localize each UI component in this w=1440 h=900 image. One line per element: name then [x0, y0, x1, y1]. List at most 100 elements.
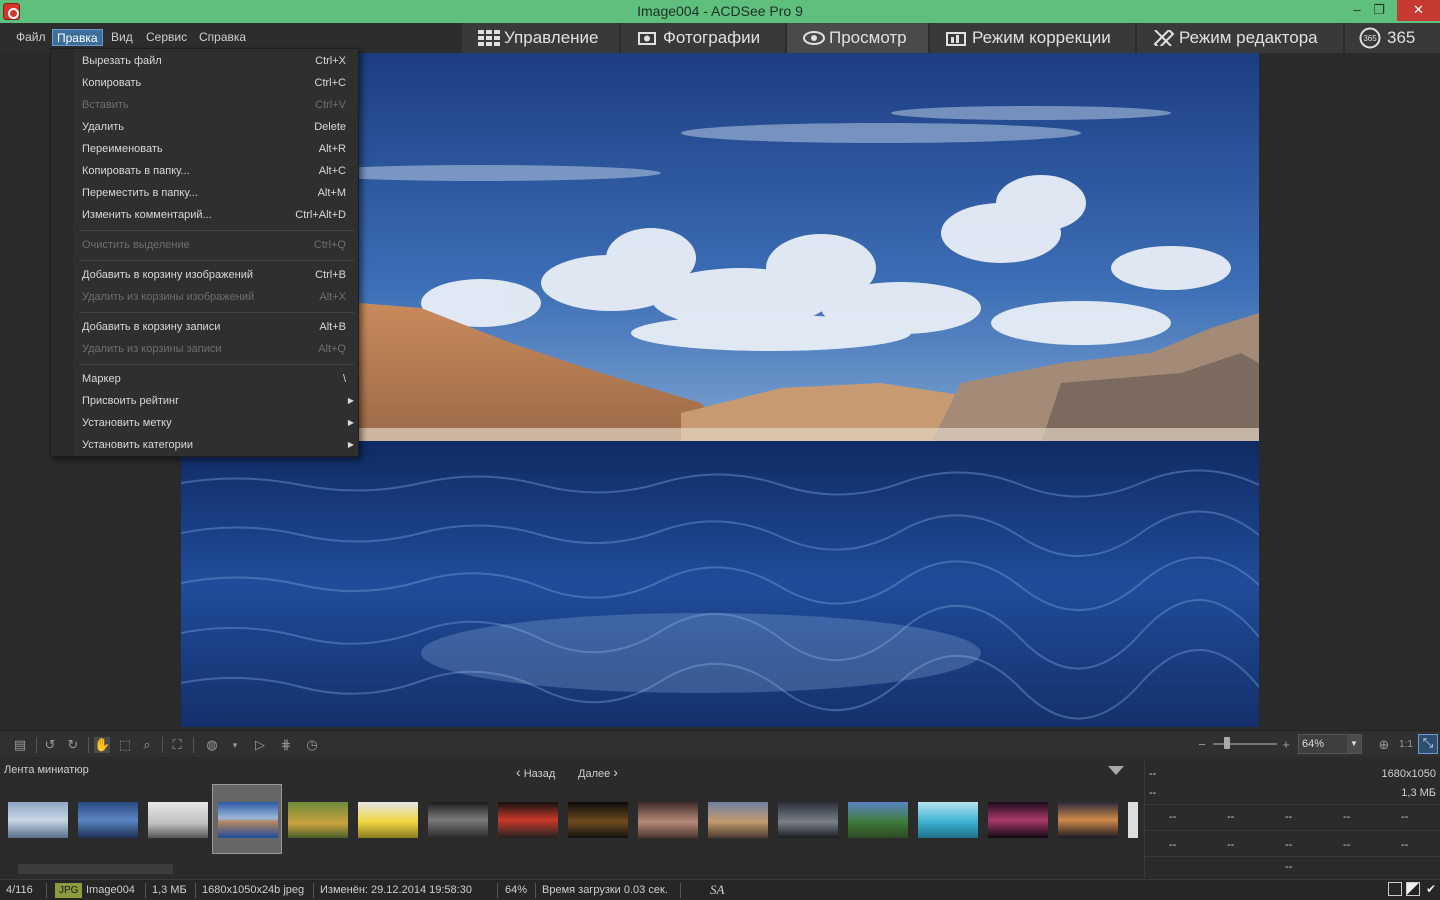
status-separator — [46, 883, 47, 898]
photos-icon — [638, 32, 656, 45]
status-bar: 4/116 JPG Image004 1,3 МБ 1680x1050x24b … — [0, 879, 1440, 900]
scrollbar-thumb[interactable] — [18, 864, 173, 874]
menu-view[interactable]: Вид — [107, 29, 137, 46]
save-icon[interactable]: ▤ — [12, 737, 28, 753]
menu-item-copy[interactable]: Копировать Ctrl+C — [73, 73, 358, 93]
submenu-arrow-icon: ▶ — [347, 418, 354, 427]
zoom-slider-track[interactable] — [1213, 743, 1277, 745]
file-size: 1,3 МБ — [1401, 787, 1436, 799]
thumbnail[interactable] — [778, 802, 838, 838]
thumbnail[interactable] — [1058, 802, 1118, 838]
info-value: -- — [1227, 839, 1235, 851]
rotate-right-icon[interactable]: ↻ — [65, 737, 81, 753]
menu-item-rename[interactable]: Переименовать Alt+R — [73, 139, 358, 159]
menu-help[interactable]: Справка — [195, 29, 250, 46]
zoom-tool-icon[interactable]: ⌕ — [139, 737, 155, 753]
contrast-icon[interactable] — [1406, 882, 1420, 896]
fit-icon[interactable]: ⊕ — [1376, 737, 1392, 753]
thumbnail[interactable] — [288, 802, 348, 838]
develop-icon — [946, 32, 966, 46]
menu-item-label: Вставить — [82, 99, 129, 111]
close-button[interactable]: ✕ — [1397, 0, 1440, 21]
menu-file[interactable]: Файл — [12, 29, 50, 46]
clock-icon[interactable]: ◷ — [304, 737, 320, 753]
rotate-left-icon[interactable]: ↺ — [42, 737, 58, 753]
color-icon[interactable]: ◍ — [204, 737, 220, 753]
menu-item-label: Установить категории — [82, 439, 194, 451]
menu-item-label: Маркер — [82, 373, 121, 385]
menu-item-marker[interactable]: Маркер \ — [73, 369, 358, 389]
status-separator — [195, 883, 196, 898]
play-icon[interactable]: ▷ — [252, 737, 268, 753]
zoom-slider-handle[interactable] — [1224, 737, 1230, 749]
hand-tool-icon[interactable]: ✋ — [94, 737, 110, 753]
menu-item-copy-to-folder[interactable]: Копировать в папку... Alt+C — [73, 161, 358, 181]
menu-item-edit-comment[interactable]: Изменить комментарий... Ctrl+Alt+D — [73, 205, 358, 225]
tab-view[interactable]: Просмотр — [787, 23, 928, 53]
dropdown-arrow-icon[interactable]: ▾ — [230, 737, 240, 753]
info-value: -- — [1285, 839, 1293, 851]
filmstrip-scrollbar[interactable] — [0, 862, 1140, 874]
info-divider — [1145, 830, 1440, 831]
collapse-icon[interactable] — [1108, 766, 1124, 775]
thumbnail[interactable] — [148, 802, 208, 838]
tab-photos[interactable]: Фотографии — [621, 23, 785, 53]
adjust-icon[interactable]: ⋕ — [278, 737, 294, 753]
thumbnail[interactable] — [848, 802, 908, 838]
menu-item-label: Удалить из корзины записи — [82, 343, 222, 355]
file-name: Image004 — [86, 884, 135, 896]
menu-item-delete[interactable]: Удалить Delete — [73, 117, 358, 137]
select-tool-icon[interactable]: ⬚ — [117, 737, 133, 753]
edit-icon — [1153, 30, 1175, 46]
menu-item-move-to-folder[interactable]: Переместить в папку... Alt+M — [73, 183, 358, 203]
menu-item-cut-file[interactable]: Вырезать файл Ctrl+X — [73, 51, 358, 71]
menu-item-set-rating[interactable]: Присвоить рейтинг ▶ — [73, 391, 358, 411]
info-divider — [1145, 804, 1440, 805]
fullscreen-icon[interactable]: ⛶ — [169, 737, 185, 753]
tab-365[interactable]: 365 365 — [1345, 23, 1440, 53]
menu-item-shortcut: Ctrl+B — [315, 269, 346, 281]
thumbnail[interactable] — [638, 802, 698, 838]
eye-icon — [803, 31, 825, 45]
menu-tools[interactable]: Сервис — [142, 29, 191, 46]
thumbnail[interactable] — [8, 802, 68, 838]
view-toolbar: ▤ ↺ ↻ ✋ ⬚ ⌕ ⛶ ◍ ▾ ▷ ⋕ ◷ − + 64% ▼ ⊕ 1:1 … — [0, 730, 1440, 757]
thumbnail[interactable] — [428, 802, 488, 838]
check-icon[interactable]: ✔ — [1424, 882, 1438, 896]
thumbnail[interactable] — [988, 802, 1048, 838]
zoom-select[interactable]: 64% ▼ — [1298, 734, 1362, 754]
next-button[interactable]: Далее › — [578, 764, 618, 780]
thumbnail[interactable] — [1128, 802, 1138, 838]
zoom-out-icon[interactable]: − — [1194, 737, 1210, 753]
menu-item-set-categories[interactable]: Установить категории ▶ — [73, 435, 358, 455]
filmstrip: Лента миниатюр ‹ Назад Далее › — [0, 758, 1142, 878]
menu-item-add-image-basket[interactable]: Добавить в корзину изображений Ctrl+B — [73, 265, 358, 285]
thumbnail[interactable] — [918, 802, 978, 838]
menu-item-remove-record-basket: Удалить из корзины записи Alt+Q — [73, 339, 358, 359]
expand-icon[interactable]: ⤡ — [1418, 734, 1438, 754]
tab-manage[interactable]: Управление — [462, 23, 619, 53]
svg-text:365: 365 — [1363, 34, 1377, 43]
tab-editor[interactable]: Режим редактора — [1137, 23, 1343, 53]
thumbnail[interactable] — [358, 802, 418, 838]
thumbnail[interactable] — [568, 802, 628, 838]
square-icon[interactable] — [1388, 882, 1402, 896]
menu-item-shortcut: Ctrl+Alt+D — [295, 209, 346, 221]
back-button[interactable]: ‹ Назад — [516, 764, 555, 780]
menu-item-add-record-basket[interactable]: Добавить в корзину записи Alt+B — [73, 317, 358, 337]
365-icon: 365 — [1359, 27, 1381, 49]
zoom-in-icon[interactable]: + — [1278, 737, 1294, 753]
thumbnail[interactable] — [708, 802, 768, 838]
thumbnail[interactable] — [78, 802, 138, 838]
actual-size-button[interactable]: 1:1 — [1398, 737, 1414, 753]
menu-edit[interactable]: Правка — [52, 29, 103, 46]
thumbnail[interactable] — [498, 802, 558, 838]
file-type-badge: JPG — [55, 883, 83, 898]
menu-item-set-label[interactable]: Установить метку ▶ — [73, 413, 358, 433]
chevron-down-icon: ▼ — [1347, 735, 1361, 753]
image-dimensions: 1680x1050 — [1381, 768, 1436, 780]
tab-develop[interactable]: Режим коррекции — [930, 23, 1135, 53]
thumbnail[interactable] — [218, 802, 278, 838]
maximize-button[interactable]: ❐ — [1364, 0, 1394, 21]
mode-tabs: Управление Фотографии Просмотр Режим кор… — [462, 23, 1440, 53]
